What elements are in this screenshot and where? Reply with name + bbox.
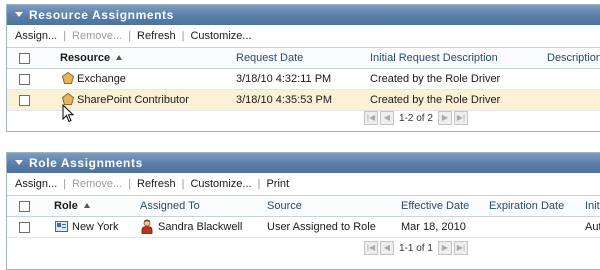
column-header-request-date[interactable]: Request Date [236,48,303,68]
resource-pager: |◀ ◀ 1-2 of 2 ▶ ▶| [364,111,470,127]
assign-button[interactable]: Assign... [15,25,57,47]
resource-toolbar: Assign... | Remove... | Refresh | Customize... [7,25,600,47]
select-all-checkbox[interactable] [19,53,30,64]
resource-icon [62,72,74,84]
sort-ascending-icon [83,203,90,208]
resource-assignments-header[interactable]: Resource Assignments [7,5,600,25]
toolbar-separator: | [63,178,67,190]
table-row[interactable]: New York Sandra Blackwell User Assigned … [7,217,600,238]
toolbar-separator: | [257,178,261,190]
pager-text: 1-1 of 1 [399,242,433,254]
source: User Assigned to Role [267,221,376,233]
collapse-caret-icon[interactable] [15,12,23,17]
column-label: Role [54,200,78,212]
column-header-assigned-to[interactable]: Assigned To [140,196,200,216]
column-header-initial[interactable]: Initi [585,196,600,216]
row-checkbox[interactable] [19,74,30,85]
row-checkbox[interactable] [19,222,30,233]
column-header-initial-description[interactable]: Initial Request Description [370,48,498,68]
next-page-icon[interactable]: ▶ [437,111,452,125]
request-date: 3/18/10 4:35:53 PM [236,94,333,106]
mouse-pointer-icon [62,104,75,123]
request-date: 3/18/10 4:32:11 PM [236,73,332,85]
column-header-description[interactable]: Description [547,48,600,68]
sort-ascending-icon [116,55,123,60]
column-header-expiration-date[interactable]: Expiration Date [489,196,564,216]
user-icon [141,219,153,234]
panel-title: Role Assignments [29,156,143,170]
column-header-source[interactable]: Source [267,196,302,216]
column-header-role[interactable]: Role [54,196,90,216]
role-toolbar: Assign... | Remove... | Refresh | Customize...… [7,173,600,195]
column-label: Resource [60,52,111,64]
pager-text: 1-2 of 2 [399,112,433,124]
print-button[interactable]: Print [266,173,289,195]
panel-title: Resource Assignments [29,8,174,22]
collapse-caret-icon[interactable] [15,160,23,165]
role-name[interactable]: New York [72,217,118,237]
next-page-icon[interactable]: ▶ [437,241,452,255]
last-page-icon[interactable]: ▶| [453,111,468,125]
previous-page-icon[interactable]: ◀ [380,241,394,255]
last-page-icon[interactable]: ▶| [453,241,468,255]
previous-page-icon[interactable]: ◀ [380,111,394,125]
initial-description: Created by the Role Driver [370,73,501,85]
initial-description: Created by the Role Driver [370,94,501,106]
remove-button[interactable]: Remove... [72,25,122,47]
first-page-icon[interactable]: |◀ [364,241,378,255]
first-page-icon[interactable]: |◀ [364,111,378,125]
toolbar-separator: | [63,30,67,42]
assigned-to[interactable]: Sandra Blackwell [158,217,242,237]
toolbar-separator: | [181,30,185,42]
resource-assignments-panel: Resource Assignments Assign... | Remove...… [6,4,600,132]
refresh-button[interactable]: Refresh [137,173,176,195]
toolbar-separator: | [181,178,185,190]
role-icon [55,221,68,232]
select-all-checkbox[interactable] [19,201,30,212]
table-row[interactable]: Exchange 3/18/10 4:32:11 PM Created by t… [7,69,600,90]
resource-table-header: Resource Request Date Initial Request De… [7,47,600,69]
effective-date: Mar 18, 2010 [401,221,466,233]
customize-button[interactable]: Customize... [190,173,251,195]
initial-description: Aut [585,221,600,233]
role-pager: |◀ ◀ 1-1 of 1 ▶ ▶| [364,241,470,257]
refresh-button[interactable]: Refresh [137,25,176,47]
resource-name[interactable]: Exchange [77,69,126,89]
table-row[interactable]: SharePoint Contributor 3/18/10 4:35:53 P… [7,90,600,111]
role-assignments-panel: Role Assignments Assign... | Remove... | Ref… [6,152,600,270]
column-header-resource[interactable]: Resource [60,48,123,68]
remove-button[interactable]: Remove... [72,173,122,195]
column-header-effective-date[interactable]: Effective Date [401,196,469,216]
toolbar-separator: | [128,30,132,42]
row-checkbox[interactable] [19,95,30,106]
role-table-header: Role Assigned To Source Effective Date E… [7,195,600,217]
role-assignments-header[interactable]: Role Assignments [7,153,600,173]
customize-button[interactable]: Customize... [190,25,251,47]
toolbar-separator: | [128,178,132,190]
resource-name[interactable]: SharePoint Contributor [77,90,189,110]
assign-button[interactable]: Assign... [15,173,57,195]
